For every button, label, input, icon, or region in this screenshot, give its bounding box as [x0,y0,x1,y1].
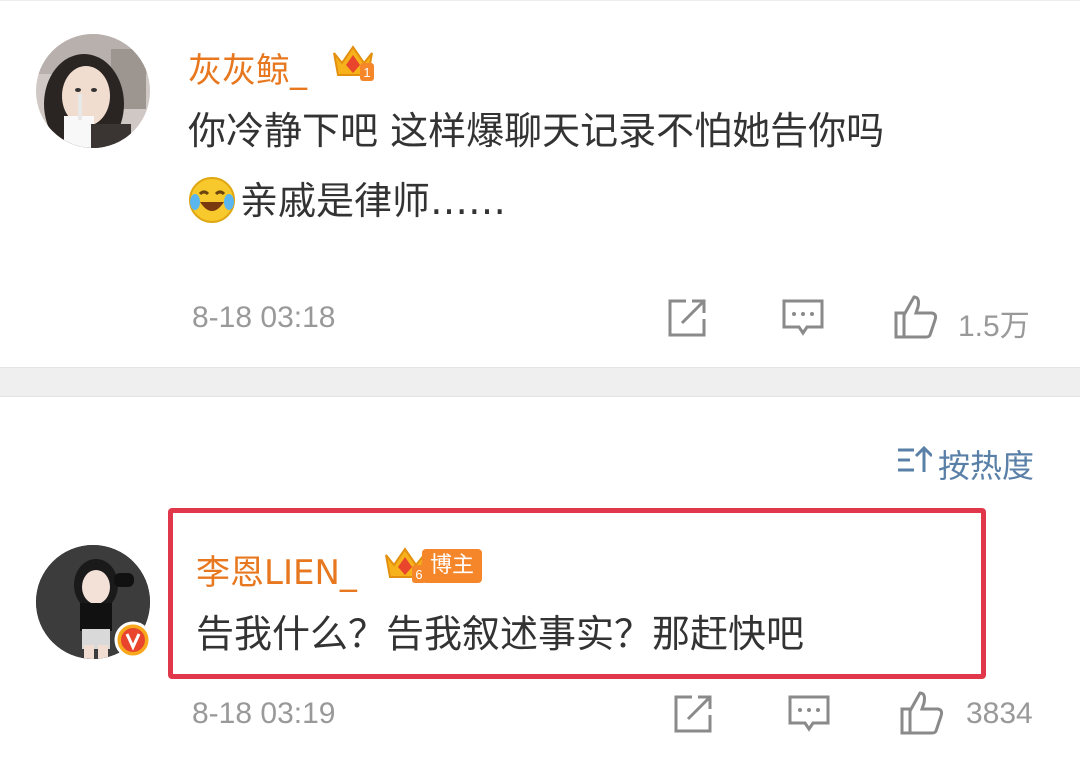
svg-text:1: 1 [363,65,370,80]
username[interactable]: 李恩LIEN_ [196,545,357,594]
comment-text-line2: 亲戚是律师…… [240,179,507,223]
verified-badge-icon [114,621,152,663]
comment-time: 8-18 03:18 [192,301,336,334]
like-count: 1.5万 [958,310,1030,343]
comment-time: 8-18 03:19 [192,697,336,730]
username[interactable]: 灰灰鲸_ [188,43,307,92]
comment-icon[interactable] [780,295,826,345]
comment-icon[interactable] [786,691,832,741]
avatar[interactable] [36,34,150,148]
laugh-cry-emoji-icon [188,176,236,224]
comment-item: 灰灰鲸_ 1 你冷静下吧 这样爆聊天记录不怕她告你吗 亲戚是律师…… 8-18 … [0,0,1080,367]
comment-text: 你冷静下吧 这样爆聊天记录不怕她告你吗 亲戚是律师…… [188,96,884,236]
thumbs-up-icon[interactable] [898,689,946,741]
sort-label: 按热度 [937,447,1034,485]
section-divider [0,367,1080,397]
comment-text: 告我什么？告我叙述事实？那赶快吧 [196,612,805,656]
thumbs-up-icon[interactable] [892,293,940,345]
comment-text-line: 亲戚是律师…… [188,166,884,236]
sort-icon [896,444,934,484]
share-icon[interactable] [664,295,710,345]
like-count: 3834 [966,697,1033,730]
comment-item: 按热度 李恩LIEN_ 6 博主 告我什么？告我叙述事实？那赶快吧 8-18 0… [0,397,1080,761]
blogger-tag: 博主 [422,549,483,583]
comment-text-line: 你冷静下吧 这样爆聊天记录不怕她告你吗 [188,109,885,153]
sort-by-hot-button[interactable]: 按热度 [896,441,1034,487]
share-icon[interactable] [670,691,716,741]
vip-crown-icon[interactable]: 1 [330,39,376,87]
